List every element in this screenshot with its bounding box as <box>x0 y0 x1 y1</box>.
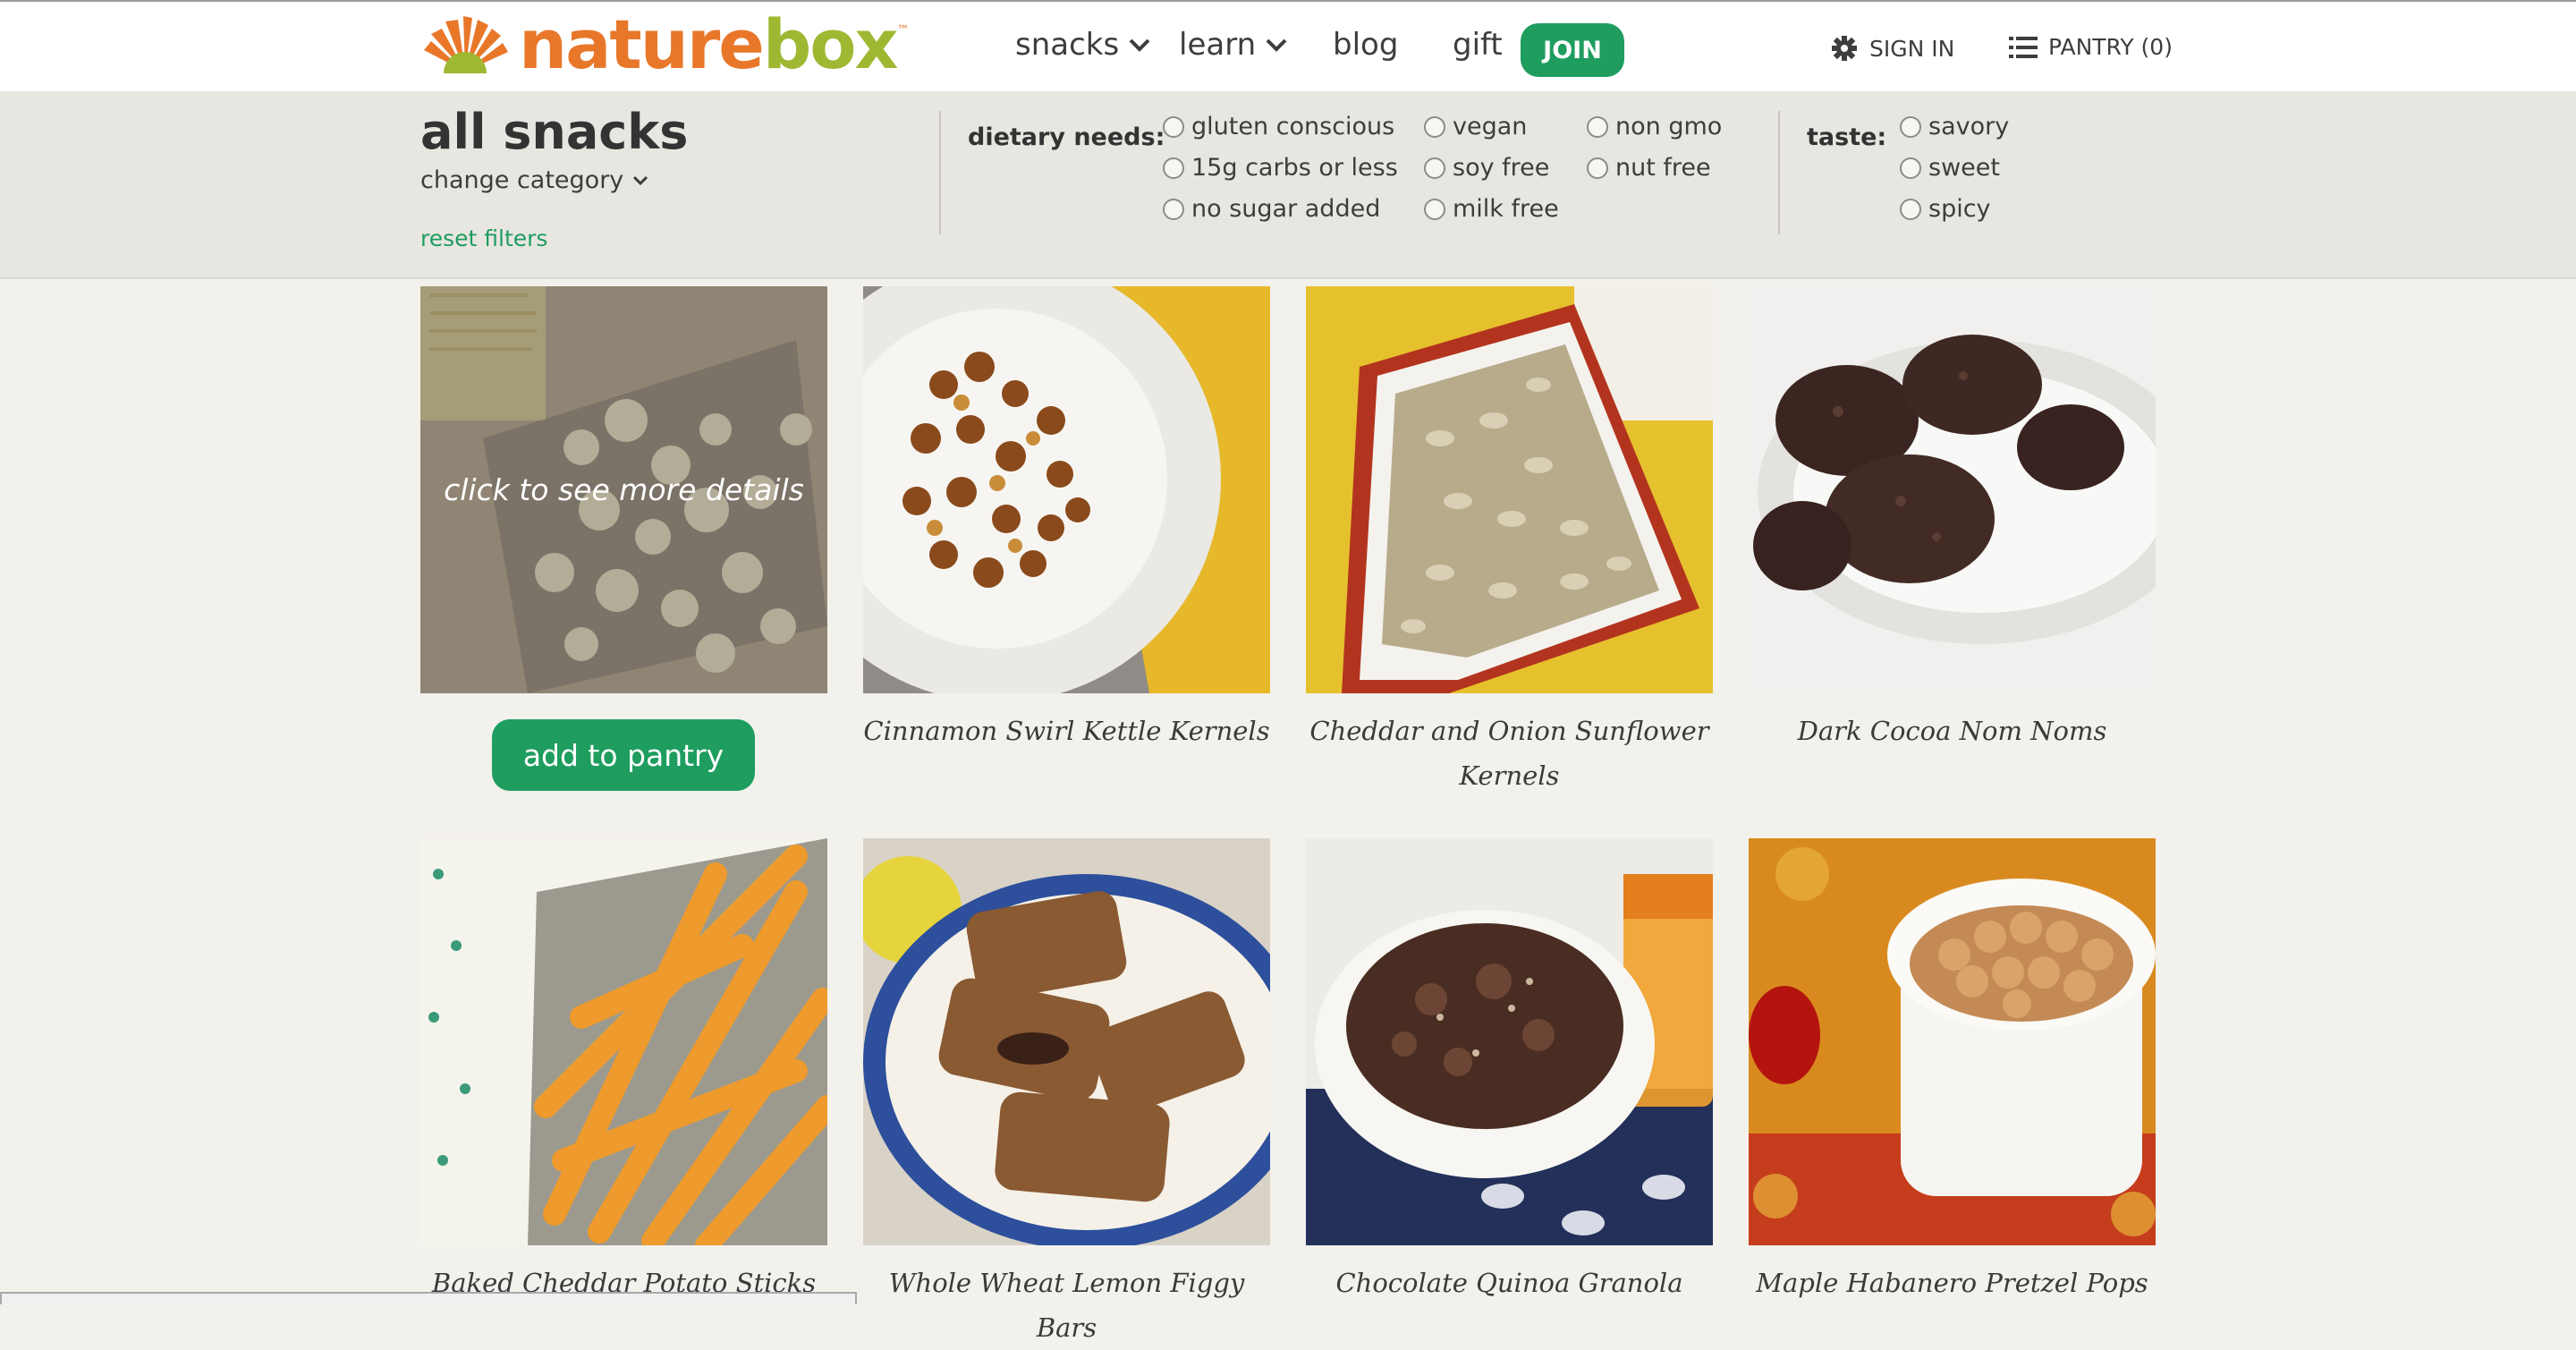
change-category-label: change category <box>420 166 624 194</box>
filter-vegan[interactable]: vegan <box>1424 113 1527 140</box>
chevron-down-icon <box>633 175 648 185</box>
pantry-label: PANTRY (0) <box>2048 34 2173 60</box>
change-category-dropdown[interactable]: change category <box>420 166 648 194</box>
nav-learn[interactable]: learn <box>1179 27 1288 63</box>
radio-button[interactable] <box>1900 115 1921 138</box>
filter-spicy[interactable]: spicy <box>1900 195 1991 223</box>
filter-15g-carbs[interactable]: 15g carbs or less <box>1163 154 1398 182</box>
nav-blog[interactable]: blog <box>1333 27 1398 63</box>
add-to-pantry-button[interactable]: add to pantry <box>492 719 755 791</box>
filter-option-label: savory <box>1928 113 2010 140</box>
radio-button[interactable] <box>1587 115 1608 138</box>
radio-button[interactable] <box>1163 115 1184 138</box>
product-name[interactable]: Cheddar and Onion Sunflower Kernels <box>1306 709 1713 798</box>
radio-button[interactable] <box>1424 198 1445 220</box>
gear-icon <box>1832 36 1857 61</box>
category-title: all snacks <box>420 104 689 160</box>
radio-button[interactable] <box>1900 198 1921 220</box>
radio-button[interactable] <box>1587 157 1608 179</box>
product-image[interactable]: click to see more details <box>420 286 827 693</box>
list-icon <box>2009 36 2038 58</box>
filter-option-label: milk free <box>1453 195 1559 223</box>
chevron-down-icon <box>1129 38 1150 52</box>
sunburst-logo-icon <box>424 16 508 73</box>
naturebox-logo[interactable]: naturebox ™ <box>419 11 910 79</box>
pantry-link[interactable]: PANTRY (0) <box>2009 34 2173 60</box>
reset-filters-link[interactable]: reset filters <box>420 225 547 251</box>
taste-label: taste: <box>1807 123 1887 151</box>
filter-option-label: non gmo <box>1615 113 1723 140</box>
product-image[interactable] <box>1749 838 2156 1245</box>
radio-button[interactable] <box>1163 157 1184 179</box>
filter-option-label: 15g carbs or less <box>1191 154 1398 182</box>
radio-button[interactable] <box>1424 115 1445 138</box>
filter-option-label: nut free <box>1615 154 1711 182</box>
radio-button[interactable] <box>1900 157 1921 179</box>
nav-snacks[interactable]: snacks <box>1015 27 1151 63</box>
nav-gift[interactable]: gift <box>1453 27 1503 63</box>
filter-divider <box>1778 111 1780 234</box>
chevron-down-icon <box>1266 38 1287 52</box>
filter-divider <box>939 111 941 234</box>
filter-option-label: spicy <box>1928 195 1991 223</box>
product-name[interactable]: Maple Habanero Pretzel Pops <box>1749 1261 2156 1305</box>
filter-option-label: soy free <box>1453 154 1550 182</box>
product-image[interactable] <box>1306 838 1713 1245</box>
top-navigation-bar: naturebox ™ snacks learn blog gift JOIN … <box>0 0 2576 93</box>
trademark-symbol: ™ <box>896 23 910 38</box>
radio-button[interactable] <box>1424 157 1445 179</box>
nav-learn-label: learn <box>1179 27 1257 63</box>
nav-snacks-label: snacks <box>1015 27 1120 63</box>
radio-button[interactable] <box>1163 198 1184 220</box>
filter-option-label: gluten conscious <box>1191 113 1395 140</box>
filter-milk-free[interactable]: milk free <box>1424 195 1559 223</box>
filter-soy-free[interactable]: soy free <box>1424 154 1549 182</box>
product-image[interactable] <box>863 838 1270 1245</box>
filter-savory[interactable]: savory <box>1900 113 2009 140</box>
filter-bar: all snacks change category reset filters… <box>0 91 2576 279</box>
dietary-needs-label: dietary needs: <box>968 123 1165 151</box>
product-name[interactable]: Cinnamon Swirl Kettle Kernels <box>863 709 1270 753</box>
product-hover-overlay[interactable]: click to see more details <box>420 286 827 693</box>
filter-option-label: sweet <box>1928 154 2000 182</box>
product-image[interactable] <box>863 286 1270 693</box>
logo-wordmark: naturebox <box>519 4 898 84</box>
filter-nut-free[interactable]: nut free <box>1587 154 1711 182</box>
filter-sweet[interactable]: sweet <box>1900 154 2000 182</box>
filter-gluten-conscious[interactable]: gluten conscious <box>1163 113 1394 140</box>
filter-non-gmo[interactable]: non gmo <box>1587 113 1722 140</box>
product-image[interactable] <box>1306 286 1713 693</box>
sign-in-label: SIGN IN <box>1869 35 1955 62</box>
filter-option-label: no sugar added <box>1191 195 1381 223</box>
product-image[interactable] <box>1749 286 2156 693</box>
see-details-text: click to see more details <box>444 472 804 507</box>
browser-status-bar <box>0 1292 857 1304</box>
sign-in-link[interactable]: SIGN IN <box>1830 34 1954 63</box>
join-button[interactable]: JOIN <box>1521 23 1624 77</box>
product-name[interactable]: Dark Cocoa Nom Noms <box>1749 709 2156 753</box>
filter-no-sugar-added[interactable]: no sugar added <box>1163 195 1380 223</box>
filter-option-label: vegan <box>1453 113 1528 140</box>
product-name[interactable]: Whole Wheat Lemon Figgy Bars <box>863 1261 1270 1350</box>
product-image[interactable] <box>420 838 827 1245</box>
product-name[interactable]: Chocolate Quinoa Granola <box>1306 1261 1713 1305</box>
